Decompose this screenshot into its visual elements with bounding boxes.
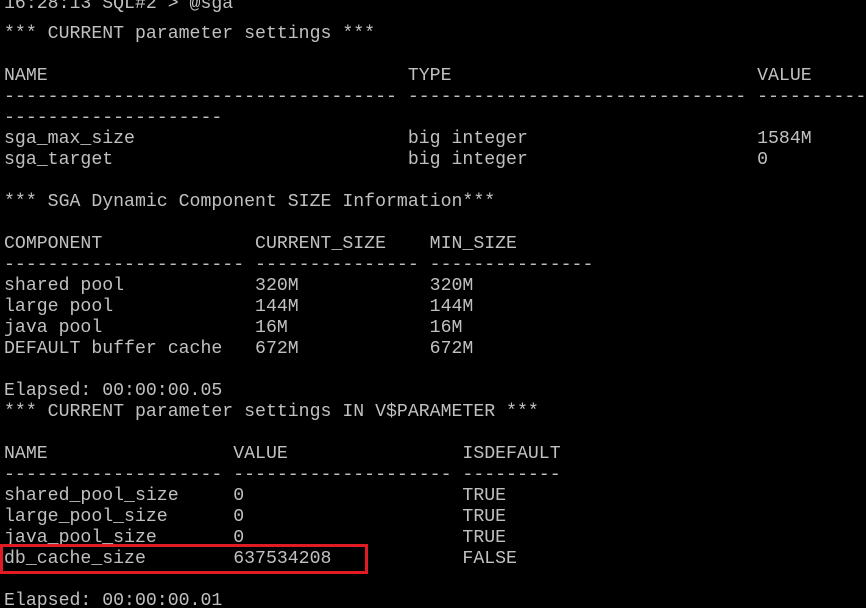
column-header-row: COMPONENT CURRENT_SIZE MIN_SIZE <box>4 234 517 254</box>
column-header-row: NAME VALUE ISDEFAULT <box>4 444 561 464</box>
column-header-row: NAME TYPE VALUE <box>4 66 812 86</box>
result-row: large_pool_size 0 TRUE <box>4 507 507 527</box>
terminal-window[interactable]: 16:28:13 SQL#2 > @sga *** CURRENT parame… <box>0 0 866 608</box>
separator-line: -------------------- -------------------… <box>4 465 561 485</box>
elapsed-time: Elapsed: 00:00:00.01 <box>4 591 223 608</box>
prompt-line: 16:28:13 SQL#2 > @sga <box>4 0 234 14</box>
result-row: sga_target big integer 0 <box>4 150 768 170</box>
separator-line: ---------------------- --------------- -… <box>4 255 594 275</box>
result-row: shared_pool_size 0 TRUE <box>4 486 507 506</box>
section-header: *** CURRENT parameter settings IN V$PARA… <box>4 402 539 422</box>
result-row: sga_max_size big integer 1584M <box>4 129 812 149</box>
result-row: java pool 16M 16M <box>4 318 463 338</box>
result-row: shared pool 320M 320M <box>4 276 474 296</box>
result-row: DEFAULT buffer cache 672M 672M <box>4 339 474 359</box>
separator-line-wrap: -------------------- <box>4 108 223 128</box>
elapsed-time: Elapsed: 00:00:00.05 <box>4 381 223 401</box>
result-row: large pool 144M 144M <box>4 297 474 317</box>
highlight-box <box>0 544 368 574</box>
section-header: *** SGA Dynamic Component SIZE Informati… <box>4 192 496 212</box>
section-header: *** CURRENT parameter settings *** <box>4 24 376 44</box>
separator-line: ------------------------------------ ---… <box>4 87 866 107</box>
